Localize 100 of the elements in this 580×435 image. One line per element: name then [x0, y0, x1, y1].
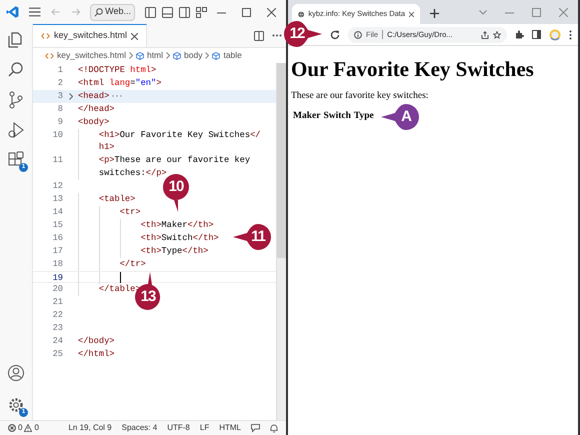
- settings-icon[interactable]: [7, 396, 25, 414]
- line-number: 25: [52, 348, 63, 361]
- line-number: 20: [52, 283, 63, 296]
- code-line: <th>Switch</th>: [140, 232, 219, 245]
- line-number: 3: [56, 90, 63, 103]
- cube-icon: [136, 52, 144, 60]
- cube-icon: [173, 52, 182, 60]
- search-icon[interactable]: [7, 61, 25, 79]
- callout-marker: 10: [163, 174, 189, 212]
- code-line: h1>: [98, 142, 115, 152]
- line-number: 16: [52, 232, 63, 245]
- error-count[interactable]: 0: [18, 422, 22, 434]
- close-icon[interactable]: [267, 8, 276, 16]
- layout-icon[interactable]: [179, 6, 190, 18]
- chevron-icon: [128, 52, 133, 59]
- scrollbar-thumb[interactable]: [277, 63, 286, 258]
- line-number: 24: [52, 335, 63, 348]
- status-item[interactable]: UTF-8: [167, 422, 190, 434]
- command-search-field[interactable]: Web...: [90, 4, 135, 20]
- line-number: 9: [56, 116, 63, 129]
- run-debug-icon[interactable]: [7, 121, 25, 139]
- breadcrumb-item[interactable]: html: [146, 49, 164, 62]
- code-line: <h1>Our Favorite Key Switches</: [98, 128, 260, 142]
- line-number: 8: [56, 102, 63, 116]
- line-number: 1: [56, 64, 63, 77]
- feedback-icon[interactable]: [251, 424, 260, 432]
- chevron-down-icon[interactable]: [479, 10, 487, 14]
- layout-icon[interactable]: [162, 6, 173, 18]
- callout-marker: 12: [284, 21, 322, 47]
- layout-icon[interactable]: [196, 6, 207, 18]
- status-item[interactable]: Spaces: 4: [122, 422, 158, 434]
- search-icon: [94, 8, 104, 16]
- code-line: <th>Type</th>: [140, 244, 208, 258]
- table-header-cell-text: Switch: [323, 110, 351, 124]
- star-icon[interactable]: [493, 30, 501, 38]
- error-icon: [8, 424, 16, 432]
- line-number: 2: [56, 76, 63, 90]
- folded-ellipsis-icon[interactable]: [112, 95, 122, 98]
- more-icon[interactable]: [569, 30, 572, 40]
- code-line: <!DOCTYPE html>: [78, 64, 156, 77]
- split-editor-icon[interactable]: [254, 30, 264, 40]
- code-line: <th>Maker</th>: [140, 218, 214, 232]
- chevron-icon: [205, 52, 210, 59]
- callout-marker: 11: [233, 224, 271, 250]
- maximize-icon[interactable]: [242, 8, 251, 16]
- table-header-cell-text: Maker: [293, 110, 320, 124]
- line-number: 14: [52, 206, 63, 219]
- page-heading: Our Favorite Key Switches: [291, 56, 535, 82]
- text-cursor: [120, 272, 121, 282]
- code-line: </head>: [78, 102, 114, 116]
- code-line: <html lang="en">: [78, 76, 162, 90]
- line-number: 18: [52, 258, 63, 270]
- status-item[interactable]: Ln 19, Col 9: [68, 422, 112, 434]
- line-number: 10: [52, 128, 63, 142]
- breadcrumb-item[interactable]: table: [223, 49, 242, 62]
- code-line: <table>: [98, 193, 136, 206]
- status-item[interactable]: HTML: [219, 422, 241, 434]
- more-icon[interactable]: [272, 34, 282, 37]
- account-icon[interactable]: [7, 364, 25, 382]
- callout-marker: A: [381, 104, 419, 130]
- warning-count[interactable]: 0: [34, 422, 39, 434]
- line-number: 13: [52, 193, 63, 206]
- line-number: 11: [52, 154, 63, 168]
- new-tab-icon[interactable]: [430, 9, 439, 18]
- breadcrumb-item[interactable]: body: [184, 49, 202, 62]
- html-file-icon: [41, 33, 50, 39]
- layout-icon[interactable]: [145, 6, 156, 18]
- warning-icon: [24, 424, 32, 432]
- bell-icon[interactable]: [270, 424, 278, 432]
- chevron-icon: [166, 52, 170, 59]
- sidebar-icon[interactable]: [532, 30, 541, 39]
- page-paragraph: These are our favorite key switches:: [291, 90, 430, 103]
- code-line: <tr>: [118, 206, 141, 219]
- code-line: </tr>: [118, 258, 146, 270]
- editor-tab[interactable]: key_switches.html: [33, 24, 148, 47]
- code-line: </html>: [78, 348, 114, 361]
- reload-icon[interactable]: [330, 30, 340, 40]
- menu-icon[interactable]: [29, 7, 41, 17]
- line-number: 21: [52, 296, 63, 310]
- html-file-icon: [45, 52, 54, 58]
- table-header-cell-text: Type: [354, 110, 374, 124]
- close-icon[interactable]: [131, 32, 138, 40]
- close-icon[interactable]: [409, 10, 414, 18]
- code-line: <body>: [78, 116, 110, 129]
- line-number: 12: [52, 180, 63, 194]
- line-number: 17: [52, 244, 63, 258]
- profile-icon[interactable]: [549, 28, 561, 40]
- branch-icon[interactable]: [7, 91, 25, 109]
- share-icon[interactable]: [481, 30, 489, 38]
- vscode-logo-icon: [6, 5, 20, 19]
- code-line: </body>: [78, 335, 114, 348]
- line-number: 15: [52, 218, 63, 232]
- breadcrumb-item[interactable]: key_switches.html: [57, 49, 126, 62]
- fold-chevron-icon[interactable]: [68, 92, 72, 100]
- globe-icon: [298, 10, 304, 18]
- status-item[interactable]: LF: [200, 422, 210, 434]
- puzzle-icon[interactable]: [515, 30, 524, 39]
- line-number: 23: [52, 322, 63, 336]
- info-icon: [354, 30, 362, 38]
- line-number: 22: [52, 309, 63, 322]
